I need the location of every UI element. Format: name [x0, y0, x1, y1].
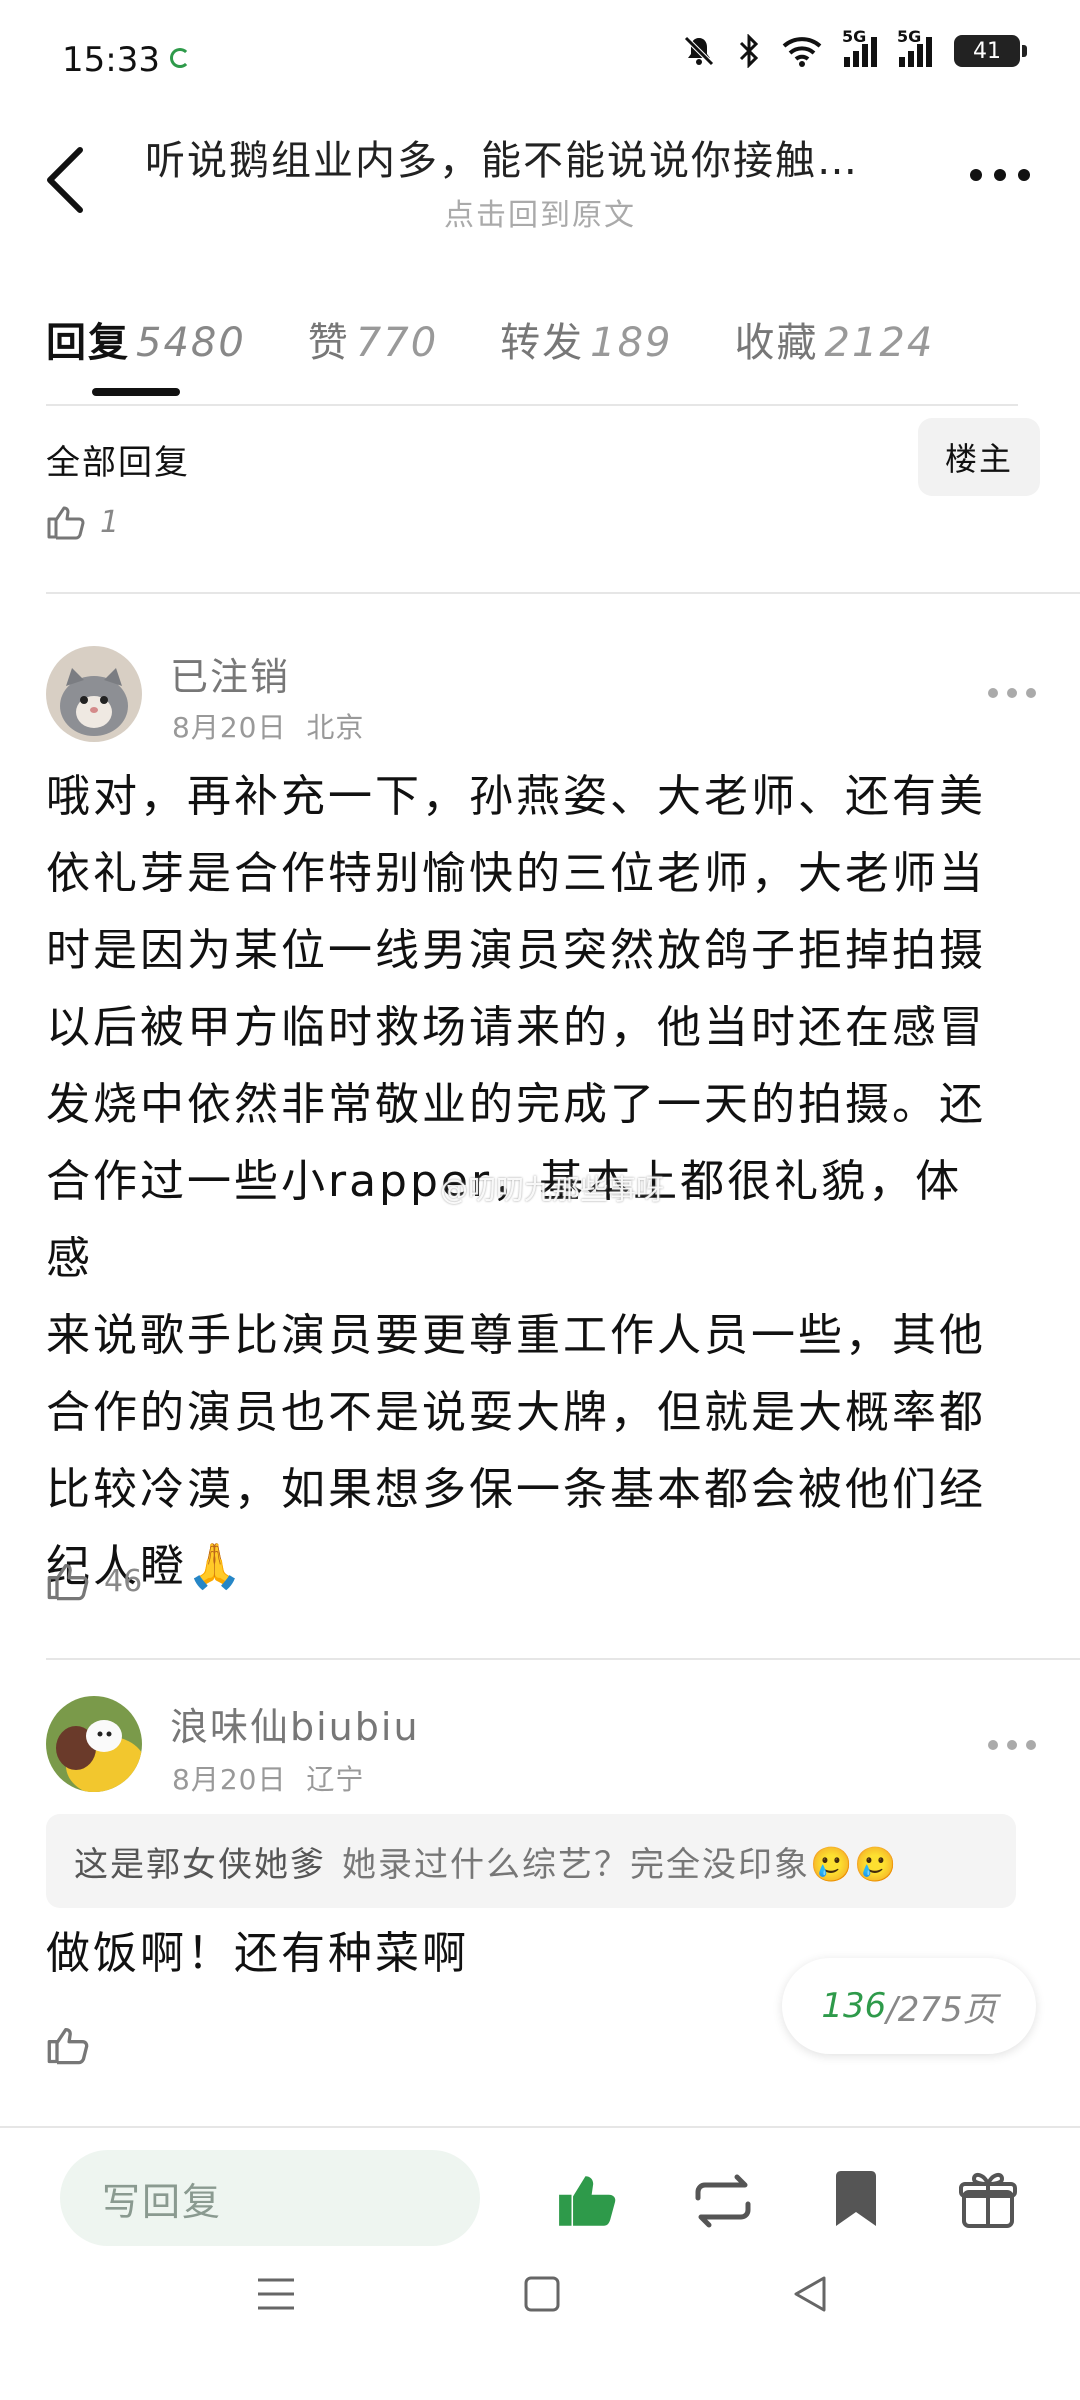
tab-likes[interactable]: 赞 770: [308, 310, 438, 368]
tab-count: 5480: [136, 320, 246, 366]
tab-bar: 回复 5480 赞 770 转发 189 收藏 2124: [46, 310, 934, 368]
active-tab-indicator: [92, 388, 180, 396]
system-nav-bar: [0, 2240, 1080, 2340]
tab-reposts[interactable]: 转发 189: [500, 310, 672, 368]
mute-bell-icon: [684, 36, 714, 66]
dog-avatar-image: [46, 1696, 142, 1792]
comment-like-button[interactable]: [46, 2024, 90, 2066]
thumbs-up-icon: [47, 506, 85, 540]
comment-line: 合作过一些小rapper，基本上都很礼貌，体感: [46, 1156, 963, 1284]
comment-location: 辽宁: [306, 1763, 365, 1796]
tab-label: 赞: [307, 320, 350, 366]
tab-count: 189: [590, 320, 673, 366]
quoted-reply[interactable]: 这是郭女侠她爹 她录过什么综艺？完全没印象🥲🥲: [46, 1814, 1016, 1908]
quote-text: 她录过什么综艺？完全没印象🥲🥲: [342, 1844, 899, 1885]
comment-line: 纪人瞪🙏: [46, 1541, 245, 1592]
reply-input[interactable]: 写回复: [60, 2150, 480, 2246]
comment-line: 哦对，再补充一下，孙燕姿、大老师、还有美: [46, 771, 986, 822]
battery-icon: 41: [954, 35, 1027, 67]
comment-author[interactable]: 已注销: [170, 646, 290, 701]
comment-more-button[interactable]: [988, 1740, 1036, 1750]
cat-avatar-image: [46, 646, 142, 742]
comment-date: 8月20日: [172, 711, 287, 744]
comment-meta: 8月20日 北京: [172, 706, 364, 746]
dot-icon: [1007, 1740, 1017, 1750]
like-count: 1: [100, 504, 120, 540]
dot-icon: [1018, 169, 1030, 181]
comment-line: 依礼芽是合作特别愉快的三位老师，大老师当: [46, 848, 986, 899]
divider: [46, 592, 1080, 594]
current-page: 136: [821, 1986, 887, 2026]
thumbs-up-icon: [47, 2027, 89, 2065]
comment-date: 8月20日: [172, 1763, 287, 1796]
sync-status-icon: [170, 48, 190, 68]
thumbs-up-icon: [47, 1563, 89, 1601]
signal-label: 5G: [897, 27, 922, 46]
dot-icon: [970, 169, 982, 181]
comment-like-button[interactable]: 46: [46, 1560, 142, 1602]
menu-nav-button[interactable]: [256, 2276, 296, 2312]
page-indicator[interactable]: 136/275页: [782, 1958, 1036, 2054]
wifi-icon: [782, 37, 822, 67]
divider: [46, 1658, 1080, 1660]
dot-icon: [994, 169, 1006, 181]
comment-more-button[interactable]: [988, 688, 1036, 698]
signal-strength-icon-2: 5G: [897, 27, 932, 67]
owner-only-button[interactable]: 楼主: [918, 418, 1040, 496]
bluetooth-icon: [739, 34, 759, 68]
dot-icon: [988, 1740, 998, 1750]
tab-favorites[interactable]: 收藏 2124: [735, 310, 935, 368]
total-pages: /275页: [886, 1989, 997, 2030]
avatar[interactable]: [46, 646, 142, 742]
comment-line: 时是因为某位一线男演员突然放鸽子拒掉拍摄: [46, 925, 986, 976]
dot-icon: [1026, 688, 1036, 698]
back-nav-button[interactable]: [790, 2274, 830, 2314]
comment-author[interactable]: 浪味仙biubiu: [170, 1696, 420, 1751]
tab-label: 收藏: [734, 320, 819, 366]
status-time: 15:33: [62, 40, 160, 80]
quote-author: 这是郭女侠她爹: [74, 1844, 326, 1885]
comment-line: 合作的演员也不是说耍大牌，但就是大概率都: [46, 1387, 986, 1438]
like-count: 46: [104, 1563, 143, 1599]
more-options-button[interactable]: [970, 160, 1040, 190]
favorite-button[interactable]: [832, 2170, 880, 2230]
tab-replies[interactable]: 回复 5480: [46, 310, 246, 368]
comment-line: 比较冷漠，如果想多保一条基本都会被他们经: [46, 1464, 986, 1515]
repost-button[interactable]: [688, 2172, 758, 2230]
comment-line: 以后被甲方临时救场请来的，他当时还在感冒: [46, 1002, 986, 1053]
comment-line: 来说歌手比演员要更尊重工作人员一些，其他: [46, 1310, 986, 1361]
dot-icon: [988, 688, 998, 698]
watermark: @叨叨九那些事呀: [440, 1173, 665, 1206]
divider: [46, 404, 1018, 406]
comment-line: 发烧中依然非常敬业的完成了一天的拍摄。还: [46, 1079, 986, 1130]
page-title[interactable]: 听说鹅组业内多，能不能说说你接触…: [145, 128, 905, 186]
post-like-button[interactable]: 1: [46, 504, 119, 540]
tab-count: 2124: [824, 320, 935, 366]
back-to-original-link[interactable]: 点击回到原文: [0, 190, 1080, 234]
dot-icon: [1007, 688, 1017, 698]
tab-count: 770: [355, 320, 439, 366]
all-replies-label: 全部回复: [46, 443, 190, 483]
tab-label: 回复: [46, 320, 130, 366]
gift-button[interactable]: [958, 2168, 1018, 2230]
home-nav-button[interactable]: [524, 2274, 560, 2314]
divider: [0, 2126, 1080, 2128]
avatar[interactable]: [46, 1696, 142, 1792]
signal-strength-icon-1: 5G: [842, 27, 877, 67]
like-post-button[interactable]: [556, 2172, 618, 2230]
signal-label: 5G: [842, 27, 867, 46]
dot-icon: [1026, 1740, 1036, 1750]
tab-label: 转发: [500, 320, 585, 366]
comment-location: 北京: [306, 711, 365, 744]
status-icons: 5G 5G 41: [682, 27, 1027, 68]
comment-meta: 8月20日 辽宁: [172, 1758, 364, 1798]
